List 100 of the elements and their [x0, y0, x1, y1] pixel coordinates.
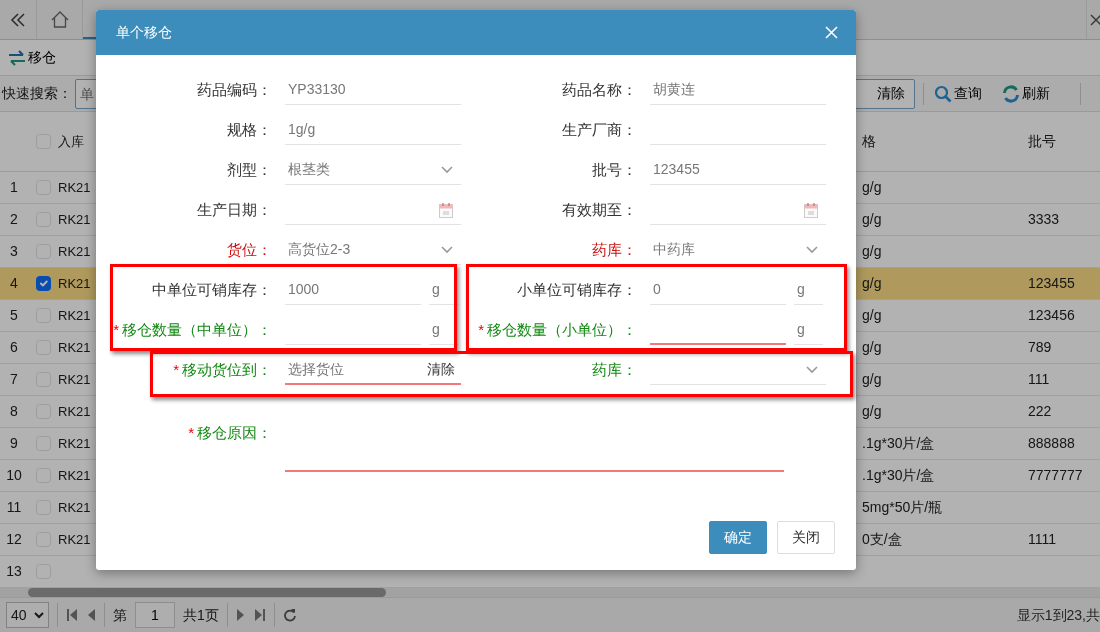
select-field[interactable]: 根茎类: [285, 155, 461, 185]
field-label: 药品编码：: [197, 81, 272, 98]
search-icon[interactable]: [934, 84, 952, 103]
table-cell: 111: [1028, 371, 1050, 387]
row-number: 5: [9, 306, 19, 325]
double-chevron-left-icon[interactable]: [10, 12, 26, 27]
number-field[interactable]: 1000: [285, 275, 421, 305]
row-number: 13: [5, 562, 23, 581]
table-cell: 888888: [1028, 435, 1075, 451]
calendar-icon[interactable]: [439, 201, 453, 218]
close-button[interactable]: 关闭: [777, 521, 835, 554]
first-page-icon[interactable]: [66, 608, 78, 622]
field-label: 批号：: [592, 161, 637, 178]
query-button[interactable]: 查询: [934, 83, 982, 104]
field-label: 货位：: [227, 241, 272, 258]
row-checkbox[interactable]: [35, 276, 51, 291]
field-label: 生产厂商：: [562, 121, 637, 138]
row-number: 12: [5, 530, 23, 549]
table-cell: 789: [1028, 339, 1052, 355]
field-label: 剂型：: [227, 161, 272, 178]
table-cell: g/g: [862, 243, 882, 259]
previous-page-icon[interactable]: [86, 608, 96, 622]
table-cell: RK21: [58, 308, 91, 323]
row-number: 1: [9, 178, 19, 197]
table-cell: RK21: [58, 436, 91, 451]
unit-text: g: [429, 275, 458, 305]
swap-arrows-icon[interactable]: [8, 49, 26, 66]
table-cell: g/g: [862, 275, 882, 291]
field-label: * 移仓数量（中单位）：: [113, 321, 272, 338]
table-cell: RK21: [58, 404, 91, 419]
refresh-button[interactable]: 刷新: [1002, 83, 1050, 104]
table-cell: 1111: [1028, 531, 1057, 547]
table-cell: RK21: [58, 180, 91, 195]
row-number: 4: [9, 274, 19, 293]
last-page-icon[interactable]: [253, 608, 266, 622]
field-label: 中单位可销库存：: [152, 281, 272, 298]
row-number: 11: [5, 498, 23, 517]
column-header: 格: [862, 133, 876, 149]
close-icon[interactable]: [1090, 13, 1100, 26]
confirm-button[interactable]: 确定: [709, 521, 767, 554]
scrollbar-thumb[interactable]: [28, 588, 386, 597]
field-label: * 移仓数量（小单位）：: [478, 321, 637, 338]
table-cell: .1g*30片/盒: [862, 467, 935, 483]
table-cell: .1g*30片/盒: [862, 435, 935, 451]
table-cell: RK21: [58, 372, 91, 387]
refresh-icon[interactable]: [282, 608, 297, 622]
row-number: 7: [9, 370, 19, 389]
text-field[interactable]: 123455: [650, 155, 826, 185]
caret-down-icon[interactable]: [34, 611, 44, 619]
table-cell: 3333: [1028, 211, 1060, 227]
chevron-down-icon[interactable]: [441, 245, 453, 254]
dialog-title: 单个移仓: [116, 23, 172, 42]
table-cell: g/g: [862, 339, 882, 355]
field-label: 药品名称：: [562, 81, 637, 98]
page-number-field[interactable]: 1: [135, 602, 175, 628]
chevron-down-icon[interactable]: [441, 165, 453, 174]
select-field[interactable]: 中药库: [650, 235, 826, 265]
select-field[interactable]: 高货位2-3: [285, 235, 461, 265]
table-cell: RK21: [58, 244, 91, 259]
home-icon[interactable]: [50, 11, 69, 28]
field-label: 小单位可销库存：: [517, 281, 637, 298]
field-label: 药库：: [592, 361, 637, 378]
table-cell: g/g: [862, 403, 882, 419]
total-pages-text: 共1页: [183, 605, 219, 625]
refresh-icon[interactable]: [1002, 84, 1020, 103]
field-label: * 移仓原因：: [188, 424, 272, 441]
text-field[interactable]: YP33130: [285, 75, 461, 105]
unit-text: g: [794, 275, 823, 305]
calendar-icon[interactable]: [804, 201, 818, 218]
move-button[interactable]: 移仓: [8, 47, 56, 68]
field-label: 药库：: [592, 241, 637, 258]
page-label: 第: [113, 605, 127, 625]
text-field[interactable]: 1g/g: [285, 115, 461, 145]
unit-text: g: [794, 315, 823, 345]
clear-button[interactable]: 清除: [427, 358, 461, 380]
chevron-down-icon[interactable]: [806, 365, 818, 374]
location-picker-field[interactable]: 选择货位 清除: [285, 355, 461, 385]
row-number: 2: [9, 210, 19, 229]
unit-text: g: [429, 315, 458, 345]
table-cell: g/g: [862, 211, 882, 227]
table-cell: RK21: [58, 212, 91, 227]
page-size-select[interactable]: 40: [6, 602, 49, 628]
text-field[interactable]: 胡黄连: [650, 75, 826, 105]
table-cell: 7777777: [1028, 467, 1083, 483]
table-cell: g/g: [862, 307, 882, 323]
row-number: 10: [5, 466, 23, 485]
clear-button[interactable]: 清除: [877, 83, 905, 104]
row-number: 3: [9, 242, 19, 261]
number-field[interactable]: 0: [650, 275, 786, 305]
column-header: 批号: [1028, 133, 1056, 149]
row-number: 8: [9, 402, 19, 421]
chevron-down-icon[interactable]: [806, 245, 818, 254]
field-label: 规格：: [227, 121, 272, 138]
table-cell: 123455: [1028, 275, 1075, 291]
table-cell: g/g: [862, 371, 882, 387]
field-label: * 移动货位到：: [173, 361, 272, 378]
table-cell: RK21: [58, 500, 91, 515]
next-page-icon[interactable]: [235, 608, 246, 622]
table-cell: 123456: [1028, 307, 1075, 323]
table-cell: 5mg*50片/瓶: [862, 499, 943, 515]
